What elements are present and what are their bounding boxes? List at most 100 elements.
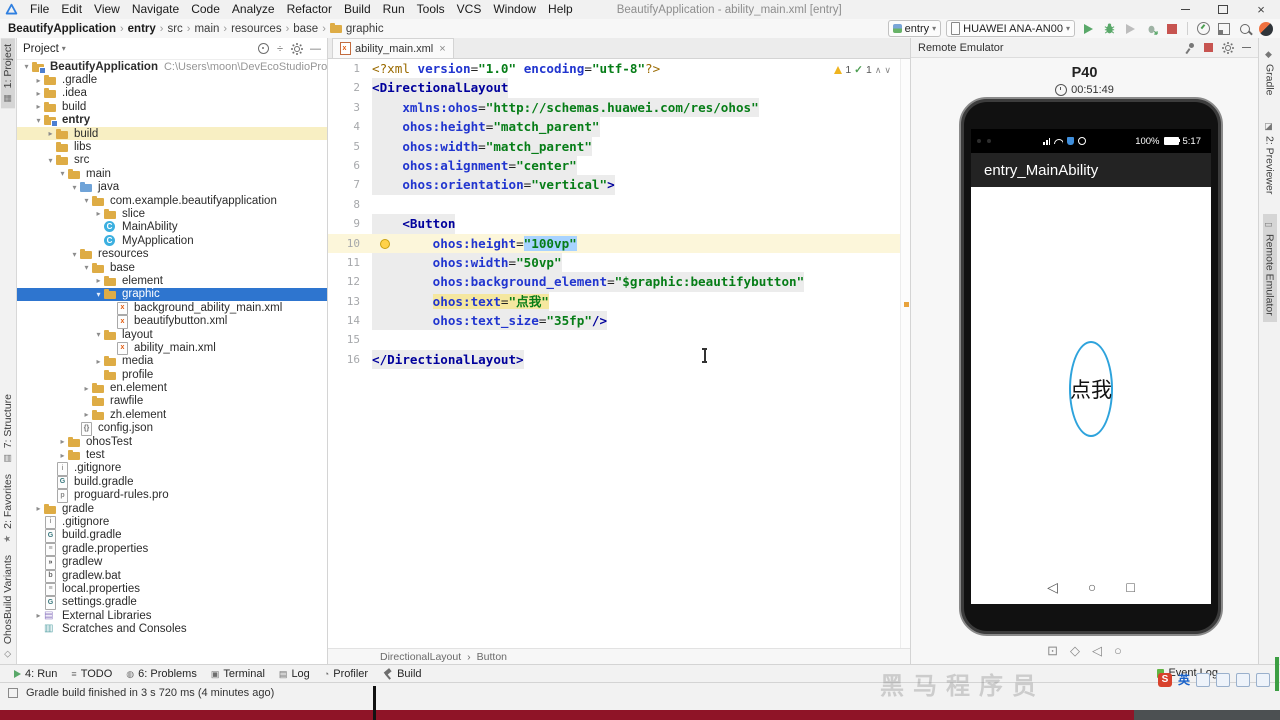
tree-item-main[interactable]: ▾ main xyxy=(17,167,327,180)
tree-item-build[interactable]: ▸ build xyxy=(17,126,327,141)
gear-icon[interactable] xyxy=(291,42,302,54)
chevron-right-icon[interactable]: ▸ xyxy=(81,384,92,393)
tree-item-src[interactable]: ▾ src xyxy=(17,154,327,167)
toolwindow-tab-log[interactable]: ▤ Log xyxy=(279,668,310,680)
intention-bulb-icon[interactable] xyxy=(380,238,390,249)
toolwindow-tab-build[interactable]: Build xyxy=(382,668,421,680)
toolwindow-tab-2-favorites[interactable]: ★ 2: Favorites xyxy=(1,468,15,549)
chevron-right-icon[interactable]: ▸ xyxy=(81,410,92,419)
toolwindow-tab-terminal[interactable]: ▣ Terminal xyxy=(211,668,265,680)
hide-panel-icon[interactable]: — xyxy=(310,43,321,55)
toolwindow-tab-2-previewer[interactable]: ◪ 2: Previewer xyxy=(1263,116,1277,200)
breadcrumb-item-beautifyapplication[interactable]: BeautifyApplication xyxy=(8,23,116,35)
locate-file-icon[interactable] xyxy=(257,43,269,54)
toolwindow-tab-1-project[interactable]: ▦ 1: Project xyxy=(1,38,15,109)
stop-emulator-icon[interactable] xyxy=(1204,43,1213,52)
profiler-icon[interactable] xyxy=(1195,21,1211,37)
chevron-right-icon[interactable]: ▸ xyxy=(33,102,44,111)
hide-panel-icon[interactable] xyxy=(1242,46,1251,49)
scrollbar-warning-mark[interactable] xyxy=(904,302,909,307)
tree-item-config-json[interactable]: {} config.json xyxy=(17,422,327,436)
tree-item-myapplication[interactable]: MyApplication xyxy=(17,234,327,247)
editor[interactable]: ability_main.xml × 1<?xml version="1.0" … xyxy=(328,38,911,664)
menu-help[interactable]: Help xyxy=(542,2,579,16)
tree-item-media[interactable]: ▸ media xyxy=(17,355,327,368)
chevron-down-icon[interactable]: ▾ xyxy=(69,250,80,259)
ime-tool-icon[interactable] xyxy=(1236,672,1250,687)
run-with-coverage-button[interactable] xyxy=(1122,21,1138,37)
chevron-down-icon[interactable]: ▾ xyxy=(57,169,68,178)
run-button[interactable] xyxy=(1080,21,1096,37)
rotate-icon[interactable]: ◇ xyxy=(1070,643,1080,659)
toolwindow-tab-profiler[interactable]: ◔ Profiler xyxy=(324,668,368,680)
toolwindow-tab-ohosbuild-variants[interactable]: ◇ OhosBuild Variants xyxy=(1,549,15,664)
tree-item-gradle-properties[interactable]: ≡ gradle.properties xyxy=(17,542,327,557)
attach-debugger-button[interactable] xyxy=(1143,21,1159,37)
menu-view[interactable]: View xyxy=(88,2,126,16)
tree-item-element[interactable]: ▸ element xyxy=(17,274,327,287)
tree-item-base[interactable]: ▾ base xyxy=(17,261,327,274)
inspection-widget[interactable]: 1 ✓ 1 ∧ ∨ xyxy=(831,63,894,77)
menu-refactor[interactable]: Refactor xyxy=(281,2,338,16)
tree-item-resources[interactable]: ▾ resources xyxy=(17,247,327,260)
ime-tool-icon[interactable] xyxy=(1256,672,1270,687)
breadcrumb-item-src[interactable]: src xyxy=(167,23,182,35)
emu-home-icon[interactable]: ○ xyxy=(1114,643,1122,659)
breadcrumb-item-resources[interactable]: resources xyxy=(231,23,282,35)
chevron-right-icon[interactable]: ▸ xyxy=(57,437,68,446)
tree-item-layout[interactable]: ▾ layout xyxy=(17,328,327,341)
chevron-right-icon[interactable]: ▸ xyxy=(33,76,44,85)
close-button[interactable]: × xyxy=(1242,0,1280,19)
chevron-right-icon[interactable]: ▸ xyxy=(33,504,44,513)
menu-build[interactable]: Build xyxy=(338,2,377,16)
tree-item-beautifyapplication[interactable]: ▾ BeautifyApplication C:\Users\moon\DevEco… xyxy=(17,60,327,74)
tree-item-background-ability-main-xml[interactable]: x background_ability_main.xml xyxy=(17,301,327,316)
toolwindow-tab-7-structure[interactable]: ▤ 7: Structure xyxy=(1,388,15,468)
debug-button[interactable] xyxy=(1101,21,1117,37)
tree-item-proguard-rules-pro[interactable]: p proguard-rules.pro xyxy=(17,489,327,503)
tree-item-build-gradle[interactable]: Gbuild.gradle xyxy=(17,529,327,543)
chevron-right-icon[interactable]: ▸ xyxy=(57,451,68,460)
toolwindow-tab-remote-emulator[interactable]: ▭ Remote Emulator xyxy=(1262,213,1277,322)
tree-item-java[interactable]: ▾ java xyxy=(17,181,327,194)
maximize-button[interactable] xyxy=(1204,0,1242,19)
chevron-down-icon[interactable]: ▾ xyxy=(33,116,44,125)
recents-icon[interactable]: □ xyxy=(1126,579,1134,596)
tree-item-entry[interactable]: ▾ entry xyxy=(17,114,327,128)
tree-item-build-gradle[interactable]: Gbuild.gradle xyxy=(17,475,327,490)
toolwindow-tab-problems[interactable]: ◍ 6: Problems xyxy=(126,668,197,680)
app-button[interactable]: 点我 xyxy=(1069,341,1113,437)
search-everywhere-icon[interactable] xyxy=(1237,21,1253,37)
tree-item-gradlew[interactable]: » gradlew xyxy=(17,555,327,570)
tree-item-gradlew-bat[interactable]: b gradlew.bat xyxy=(17,569,327,584)
code-area[interactable]: 1 <?xml version="1.0" encoding="utf-8"?> 2… xyxy=(328,59,910,651)
menu-window[interactable]: Window xyxy=(487,2,542,16)
background-tasks-icon[interactable] xyxy=(8,687,18,698)
close-tab-icon[interactable]: × xyxy=(439,43,445,55)
tree-item-profile[interactable]: profile xyxy=(17,368,327,381)
tree-item--gitignore[interactable]: i .gitignore xyxy=(17,515,327,530)
toolwindows-icon[interactable] xyxy=(1216,21,1232,37)
tree-item-build[interactable]: ▸ build xyxy=(17,100,327,113)
tree-item-scratches-and-consoles[interactable]: ▥ Scratches and Consoles xyxy=(17,622,327,635)
chevron-right-icon[interactable]: ▸ xyxy=(93,276,104,285)
toolwindow-tab-run[interactable]: 4: Run xyxy=(14,668,57,680)
tab-ability-main-xml[interactable]: ability_main.xml × xyxy=(332,38,454,58)
menu-code[interactable]: Code xyxy=(185,2,226,16)
breadcrumb-item-main[interactable]: main xyxy=(194,23,219,35)
tree-item--gitignore[interactable]: i .gitignore xyxy=(17,462,327,476)
next-issue-icon[interactable]: ∨ xyxy=(884,65,891,76)
tree-item-graphic[interactable]: ▾ graphic xyxy=(17,287,327,302)
editor-breadcrumb-directionallayout[interactable]: DirectionalLayout xyxy=(380,651,461,663)
screenshot-icon[interactable]: ⊡ xyxy=(1047,643,1058,659)
chevron-down-icon[interactable]: ▾ xyxy=(81,263,92,272)
chevron-down-icon[interactable]: ▾ xyxy=(81,196,92,205)
tree-item-gradle[interactable]: ▸ gradle xyxy=(17,502,327,515)
tree-item-beautifybutton-xml[interactable]: x beautifybutton.xml xyxy=(17,314,327,329)
chevron-down-icon[interactable]: ▾ xyxy=(93,330,104,339)
stop-button[interactable] xyxy=(1164,21,1180,37)
breadcrumb-item-graphic[interactable]: graphic xyxy=(329,22,384,35)
tree-item-libs[interactable]: libs xyxy=(17,140,327,153)
menu-edit[interactable]: Edit xyxy=(55,2,88,16)
project-view-select[interactable]: Project ▾ xyxy=(23,43,66,55)
